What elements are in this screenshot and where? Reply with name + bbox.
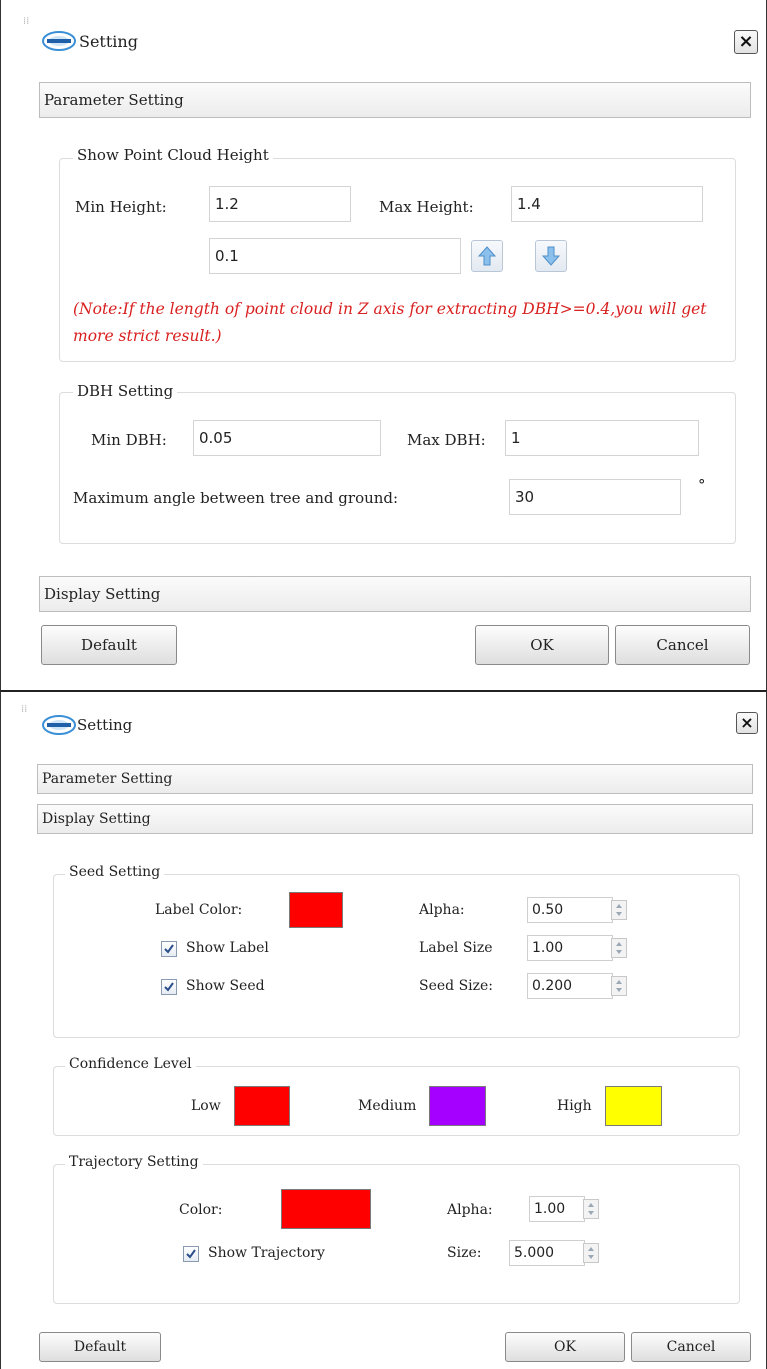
settings-dialog-parameter: ⁞⁞ Setting × Parameter Setting Show Poin…: [0, 0, 767, 690]
group-title: Trajectory Setting: [65, 1154, 203, 1170]
show-label-text: Show Label: [186, 940, 269, 956]
trajectory-size-spinbox[interactable]: 5.000: [509, 1240, 585, 1266]
ok-button[interactable]: OK: [505, 1332, 625, 1362]
label-size-spinbox[interactable]: 1.00: [527, 935, 613, 961]
high-color-swatch[interactable]: [605, 1086, 662, 1126]
show-label-checkbox[interactable]: [161, 941, 177, 957]
max-dbh-input[interactable]: 1: [505, 420, 699, 456]
close-button[interactable]: ×: [734, 30, 758, 54]
arrow-up-icon: [477, 246, 497, 266]
drag-grip: ⁞⁞: [23, 16, 30, 27]
increase-height-button[interactable]: [471, 240, 503, 272]
checkmark-icon: [164, 982, 174, 992]
min-height-input[interactable]: 1.2: [209, 186, 351, 222]
app-logo-icon: [42, 715, 76, 735]
group-title: Seed Setting: [65, 864, 165, 880]
seed-setting-group: [53, 874, 740, 1038]
settings-dialog-display: ⁞⁞ Setting × Parameter Setting Display S…: [0, 690, 767, 1369]
max-height-input[interactable]: 1.4: [511, 186, 703, 222]
height-note: (Note:If the length of point cloud in Z …: [73, 300, 707, 345]
group-title: Confidence Level: [65, 1056, 196, 1072]
seed-size-spinbox[interactable]: 0.200: [527, 973, 613, 999]
seed-alpha-spinbox[interactable]: 0.50: [527, 897, 613, 923]
low-label: Low: [191, 1098, 221, 1114]
alpha-label: Alpha:: [419, 902, 465, 918]
show-seed-checkbox[interactable]: [161, 979, 177, 995]
trajectory-alpha-label: Alpha:: [447, 1202, 493, 1218]
label-color-label: Label Color:: [155, 902, 243, 918]
max-height-label: Max Height:: [379, 198, 474, 216]
cancel-button[interactable]: Cancel: [631, 1332, 751, 1362]
arrow-down-icon: [541, 246, 561, 266]
ok-button[interactable]: OK: [475, 625, 609, 665]
default-button[interactable]: Default: [41, 625, 177, 665]
decrease-height-button[interactable]: [535, 240, 567, 272]
close-button[interactable]: ×: [736, 712, 758, 734]
app-logo-icon: [42, 31, 76, 51]
medium-color-swatch[interactable]: [429, 1086, 486, 1126]
label-color-swatch[interactable]: [289, 892, 343, 928]
seed-size-label: Seed Size:: [419, 978, 494, 994]
trajectory-size-label: Size:: [447, 1245, 482, 1261]
max-angle-input[interactable]: 30: [509, 479, 681, 515]
dialog-title: Setting: [79, 32, 138, 51]
show-trajectory-text: Show Trajectory: [208, 1245, 325, 1261]
group-title: Show Point Cloud Height: [73, 146, 273, 164]
seed-size-stepper[interactable]: [611, 976, 627, 996]
default-button[interactable]: Default: [39, 1332, 161, 1362]
group-title: DBH Setting: [73, 382, 178, 400]
show-seed-text: Show Seed: [186, 978, 265, 994]
label-size-stepper[interactable]: [611, 938, 627, 958]
checkmark-icon: [164, 944, 174, 954]
checkmark-icon: [186, 1249, 196, 1259]
parameter-setting-section[interactable]: Parameter Setting: [39, 82, 751, 118]
show-trajectory-checkbox[interactable]: [183, 1246, 199, 1262]
drag-grip: ⁞⁞: [21, 704, 28, 715]
trajectory-size-stepper[interactable]: [583, 1243, 599, 1263]
seed-alpha-stepper[interactable]: [611, 900, 627, 920]
high-label: High: [557, 1098, 592, 1114]
max-dbh-label: Max DBH:: [407, 431, 486, 449]
min-dbh-label: Min DBH:: [91, 431, 167, 449]
height-step-input[interactable]: 0.1: [209, 238, 461, 274]
degree-unit: °: [698, 476, 706, 494]
max-angle-label: Maximum angle between tree and ground:: [73, 489, 399, 507]
min-dbh-input[interactable]: 0.05: [193, 420, 381, 456]
trajectory-alpha-spinbox[interactable]: 1.00: [529, 1196, 585, 1222]
low-color-swatch[interactable]: [234, 1086, 290, 1126]
trajectory-color-label: Color:: [179, 1202, 223, 1218]
trajectory-color-swatch[interactable]: [281, 1189, 371, 1229]
trajectory-setting-group: [53, 1164, 740, 1304]
display-setting-section[interactable]: Display Setting: [37, 804, 753, 834]
medium-label: Medium: [358, 1098, 417, 1114]
dialog-title: Setting: [77, 716, 133, 734]
display-setting-section[interactable]: Display Setting: [39, 576, 751, 612]
min-height-label: Min Height:: [75, 198, 167, 216]
parameter-setting-section[interactable]: Parameter Setting: [37, 764, 753, 794]
label-size-label: Label Size: [419, 940, 493, 956]
cancel-button[interactable]: Cancel: [615, 625, 750, 665]
trajectory-alpha-stepper[interactable]: [583, 1199, 599, 1219]
dbh-setting-group: [59, 392, 736, 544]
